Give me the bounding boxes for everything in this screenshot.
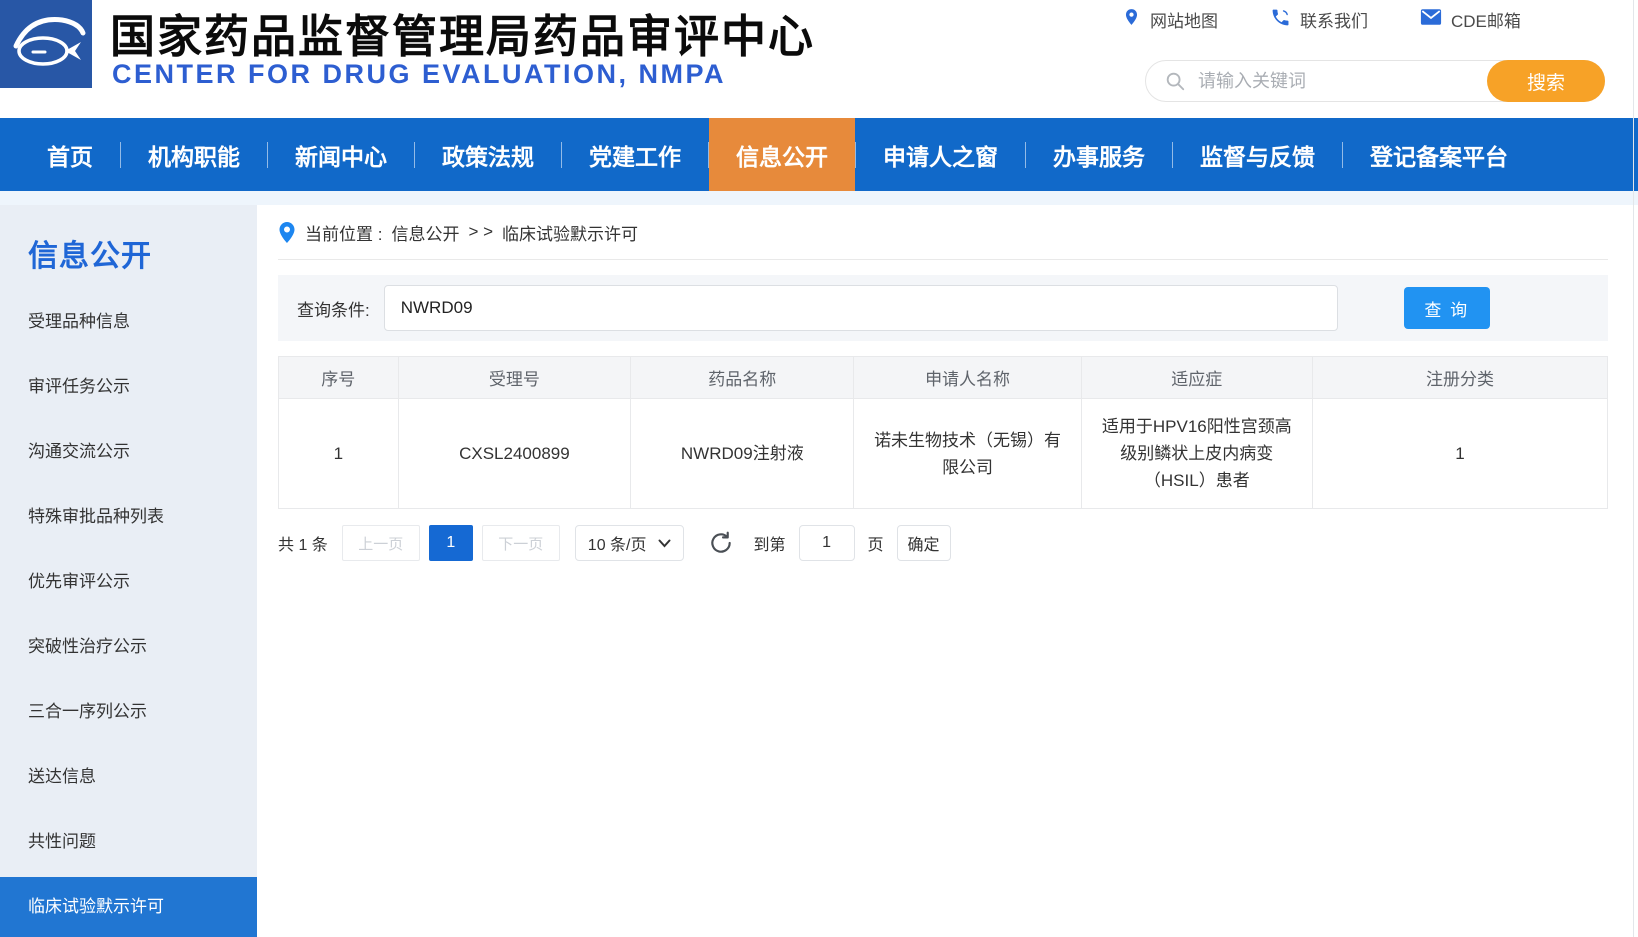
col-header-applicant: 申请人名称 xyxy=(853,356,1082,399)
col-header-index: 序号 xyxy=(278,356,399,399)
nav-item-services[interactable]: 办事服务 xyxy=(1026,118,1172,191)
breadcrumb-current: 临床试验默示许可 xyxy=(502,224,639,244)
query-input[interactable] xyxy=(383,285,1338,331)
pagination: 共 1 条 上一页 1 下一页 10 条/页 到第 页 确定 xyxy=(278,525,1608,561)
breadcrumb-prefix: 当前位置 : xyxy=(305,224,383,244)
header-search-bar: 搜索 xyxy=(1145,60,1605,102)
cell-indication: 适用于HPV16阳性宫颈高级别鳞状上皮内病变（HSIL）患者 xyxy=(1080,398,1313,509)
search-icon xyxy=(1164,70,1186,92)
sidebar-title: 信息公开 xyxy=(28,240,152,273)
sidebar-item-priority-review[interactable]: 优先审评公示 xyxy=(0,549,257,614)
query-panel: 查询条件: 查 询 xyxy=(278,275,1608,341)
col-header-acceptance-no: 受理号 xyxy=(397,356,632,399)
nav-item-home[interactable]: 首页 xyxy=(20,118,120,191)
sidebar: 信息公开 受理品种信息 审评任务公示 沟通交流公示 特殊审批品种列表 优先审评公… xyxy=(0,205,257,937)
goto-page-label: 到第 xyxy=(753,537,786,554)
cell-registration-class: 1 xyxy=(1311,398,1609,509)
sidebar-menu: 受理品种信息 审评任务公示 沟通交流公示 特殊审批品种列表 优先审评公示 突破性… xyxy=(0,289,257,937)
search-button[interactable]: 搜索 xyxy=(1487,60,1605,102)
contact-link[interactable]: 联系我们 xyxy=(1270,7,1368,33)
query-button[interactable]: 查 询 xyxy=(1403,287,1490,329)
refresh-icon[interactable] xyxy=(708,530,734,556)
nav-item-party-building[interactable]: 党建工作 xyxy=(562,118,708,191)
confirm-button[interactable]: 确定 xyxy=(896,525,951,561)
sidebar-item-breakthrough-therapy[interactable]: 突破性治疗公示 xyxy=(0,614,257,679)
site-subtitle: CENTER FOR DRUG EVALUATION, NMPA xyxy=(112,59,726,89)
nav-item-info-disclosure[interactable]: 信息公开 xyxy=(709,118,855,191)
cell-acceptance-no: CXSL2400899 xyxy=(397,398,632,509)
fish-swoosh-icon xyxy=(0,17,92,92)
cell-drug-name: NWRD09注射液 xyxy=(630,398,855,509)
goto-page-input[interactable] xyxy=(798,525,855,561)
nav-item-supervision-feedback[interactable]: 监督与反馈 xyxy=(1173,118,1342,191)
mailbox-link[interactable]: CDE邮箱 xyxy=(1420,7,1521,32)
breadcrumb-section[interactable]: 信息公开 xyxy=(391,220,459,245)
cell-index: 1 xyxy=(278,398,399,509)
breadcrumb: 当前位置 : 信息公开 > > 临床试验默示许可 xyxy=(278,205,1608,260)
location-pin-icon xyxy=(278,221,296,244)
next-page-button[interactable]: 下一页 xyxy=(481,525,560,561)
cde-website-page: 国家药品监督管理局药品审评中心 CENTER FOR DRUG EVALUATI… xyxy=(0,0,1638,937)
col-header-drug-name: 药品名称 xyxy=(630,356,855,399)
main-content: 当前位置 : 信息公开 > > 临床试验默示许可 查询条件: 查 询 序号 受理… xyxy=(278,205,1609,561)
table-row: 1 CXSL2400899 NWRD09注射液 诺未生物技术（无锡）有限公司 适… xyxy=(278,398,1609,509)
nav-item-news[interactable]: 新闻中心 xyxy=(268,118,414,191)
site-title: 国家药品监督管理局药品审评中心 xyxy=(110,11,816,62)
mail-icon xyxy=(1420,8,1442,31)
sidebar-item-accepted-products[interactable]: 受理品种信息 xyxy=(0,289,257,354)
page-size-value: 10 条/页 xyxy=(587,537,647,554)
search-input[interactable] xyxy=(1198,70,1487,92)
cde-logo[interactable] xyxy=(0,0,92,88)
sidebar-item-special-approval-list[interactable]: 特殊审批品种列表 xyxy=(0,484,257,549)
sidebar-item-clinical-trial-implied-license[interactable]: 临床试验默示许可 xyxy=(0,877,257,937)
breadcrumb-separator: > > xyxy=(468,222,494,241)
sidebar-item-review-tasks[interactable]: 审评任务公示 xyxy=(0,354,257,419)
results-table: 序号 受理号 药品名称 申请人名称 适应症 注册分类 1 CXSL2400899… xyxy=(278,356,1609,509)
nav-item-applicant-window[interactable]: 申请人之窗 xyxy=(856,118,1025,191)
phone-icon xyxy=(1270,7,1291,33)
nav-item-functions[interactable]: 机构职能 xyxy=(121,118,267,191)
page-right-edge-line xyxy=(1633,0,1634,937)
goto-page-suffix: 页 xyxy=(867,537,884,554)
main-navigation: 首页 机构职能 新闻中心 政策法规 党建工作 信息公开 申请人之窗 办事服务 监… xyxy=(0,118,1638,191)
sidebar-item-common-issues[interactable]: 共性问题 xyxy=(0,809,257,874)
sidebar-item-three-in-one[interactable]: 三合一序列公示 xyxy=(0,679,257,744)
query-label: 查询条件: xyxy=(297,300,370,320)
col-header-registration-class: 注册分类 xyxy=(1311,356,1609,399)
nav-item-policies[interactable]: 政策法规 xyxy=(415,118,561,191)
page-size-select[interactable]: 10 条/页 xyxy=(574,525,684,561)
prev-page-button[interactable]: 上一页 xyxy=(341,525,420,561)
chevron-down-icon xyxy=(658,539,671,548)
col-header-indication: 适应症 xyxy=(1080,356,1313,399)
sitemap-link[interactable]: 网站地图 xyxy=(1122,6,1218,33)
pagination-total: 共 1 条 xyxy=(278,537,328,554)
cell-applicant: 诺未生物技术（无锡）有限公司 xyxy=(853,398,1082,509)
sidebar-item-communication[interactable]: 沟通交流公示 xyxy=(0,419,257,484)
table-header-row: 序号 受理号 药品名称 申请人名称 适应症 注册分类 xyxy=(278,356,1609,399)
nav-item-registration-platform[interactable]: 登记备案平台 xyxy=(1343,118,1535,191)
sidebar-item-delivery-info[interactable]: 送达信息 xyxy=(0,744,257,809)
page-1-button[interactable]: 1 xyxy=(428,525,473,561)
map-pin-icon xyxy=(1122,6,1141,33)
header-utility-links: 网站地图 联系我们 CDE邮箱 xyxy=(1122,6,1521,33)
sub-nav-band xyxy=(0,191,1638,205)
